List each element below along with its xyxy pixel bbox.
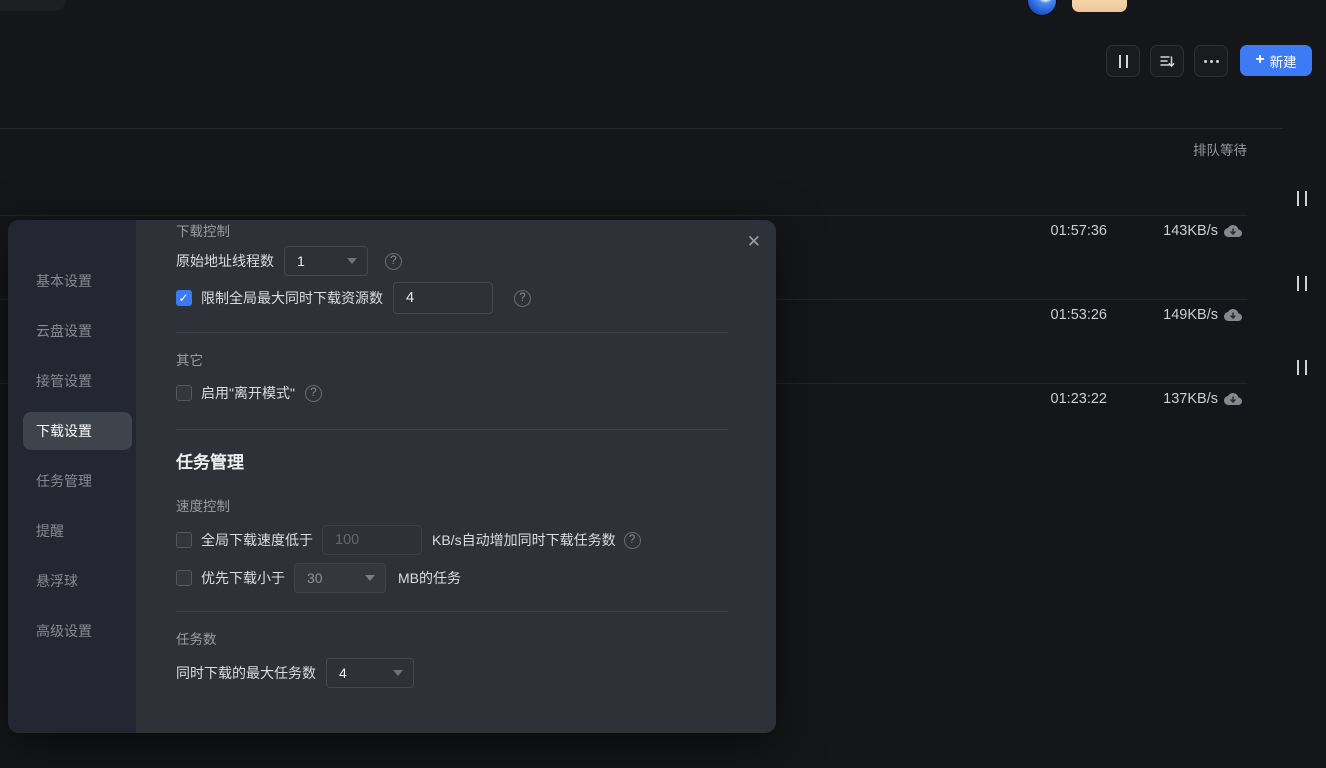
help-icon[interactable]: ? [624,532,641,549]
task-pause-button[interactable] [1292,191,1312,209]
help-icon[interactable]: ? [385,253,402,270]
max-tasks-label: 同时下载的最大任务数 [176,663,316,683]
task-speed: 137KB/s [1118,391,1218,407]
close-icon[interactable]: ✕ [747,233,761,250]
sidebar-item-floating-ball[interactable]: 悬浮球 [23,562,132,600]
task-pause-button[interactable] [1292,276,1312,294]
chevron-down-icon [365,575,375,581]
chevron-down-icon [393,670,403,676]
auto-increase-input[interactable] [322,525,422,555]
settings-content: ✕ 下载控制 原始地址线程数 1 ? 限制全局最大同时下载资源数 ? 其它 启用… [136,220,776,733]
section-divider [176,429,728,430]
auto-increase-checkbox[interactable] [176,532,192,548]
plus-icon: + [1255,52,1264,68]
small-first-select[interactable]: 30 [294,563,386,593]
task-time: 01:57:36 [997,223,1107,239]
max-concurrent-checkbox[interactable] [176,290,192,306]
sidebar-item-download[interactable]: 下载设置 [23,412,132,450]
small-first-value: 30 [307,570,323,586]
sidebar-item-takeover[interactable]: 接管设置 [23,362,132,400]
task-time: 01:23:22 [997,391,1107,407]
max-tasks-select[interactable]: 4 [326,658,414,688]
settings-sidebar: 基本设置 云盘设置 接管设置 下载设置 任务管理 提醒 悬浮球 高级设置 [8,220,136,733]
window-corner-decor [0,0,66,11]
chevron-down-icon [347,258,357,264]
sidebar-item-cloud[interactable]: 云盘设置 [23,312,132,350]
origin-threads-value: 1 [297,253,305,269]
task-time: 01:53:26 [997,307,1107,323]
sidebar-item-reminder[interactable]: 提醒 [23,512,132,550]
cloud-download-icon [1224,306,1242,324]
cloud-download-icon [1224,222,1242,240]
leave-mode-label: 启用"离开模式" [201,383,295,403]
sidebar-item-basic[interactable]: 基本设置 [23,262,132,300]
section-speed-control: 速度控制 [176,499,736,515]
pause-icon [1119,55,1128,68]
section-other: 其它 [176,353,736,369]
small-first-prefix: 优先下载小于 [201,568,285,588]
list-divider [0,128,1283,129]
section-task-count: 任务数 [176,632,736,648]
settings-dialog: 基本设置 云盘设置 接管设置 下载设置 任务管理 提醒 悬浮球 高级设置 ✕ 下… [8,220,776,733]
origin-threads-label: 原始地址线程数 [176,251,274,271]
task-management-heading: 任务管理 [176,451,736,475]
max-tasks-row: 同时下载的最大任务数 4 [176,658,736,688]
task-divider [0,215,1247,216]
auto-increase-prefix: 全局下载速度低于 [201,530,313,550]
max-concurrent-input[interactable] [393,282,493,314]
sort-button[interactable] [1150,45,1184,77]
new-task-button[interactable]: + 新建 [1240,45,1312,76]
pause-all-button[interactable] [1106,45,1140,77]
section-divider [176,611,728,612]
section-download-control: 下载控制 [176,224,736,240]
auto-increase-suffix: KB/s自动增加同时下载任务数 [432,530,616,550]
ellipsis-icon [1204,60,1219,63]
sidebar-item-advanced[interactable]: 高级设置 [23,612,132,650]
auto-increase-row: 全局下载速度低于 KB/s自动增加同时下载任务数 ? [176,525,736,555]
cloud-download-icon [1224,390,1242,408]
sidebar-item-task-management[interactable]: 任务管理 [23,462,132,500]
task-speed: 143KB/s [1118,223,1218,239]
small-first-row: 优先下载小于 30 MB的任务 [176,563,736,593]
leave-mode-checkbox[interactable] [176,385,192,401]
user-avatar[interactable] [1028,0,1056,15]
max-concurrent-label: 限制全局最大同时下载资源数 [201,288,383,308]
max-tasks-value: 4 [339,665,347,681]
origin-threads-row: 原始地址线程数 1 ? [176,246,736,276]
leave-mode-row: 启用"离开模式" ? [176,383,736,403]
help-icon[interactable]: ? [514,290,531,307]
task-status-queued: 排队等待 [1147,139,1247,159]
max-concurrent-row: 限制全局最大同时下载资源数 ? [176,282,736,314]
sort-descending-icon [1159,53,1175,69]
small-first-checkbox[interactable] [176,570,192,586]
origin-threads-select[interactable]: 1 [284,246,368,276]
task-speed: 149KB/s [1118,307,1218,323]
vip-badge[interactable] [1072,0,1127,12]
small-first-suffix: MB的任务 [398,568,461,588]
section-divider [176,332,728,333]
new-task-label: 新建 [1270,51,1297,71]
help-icon[interactable]: ? [305,385,322,402]
task-pause-button[interactable] [1292,360,1312,378]
more-button[interactable] [1194,45,1228,77]
